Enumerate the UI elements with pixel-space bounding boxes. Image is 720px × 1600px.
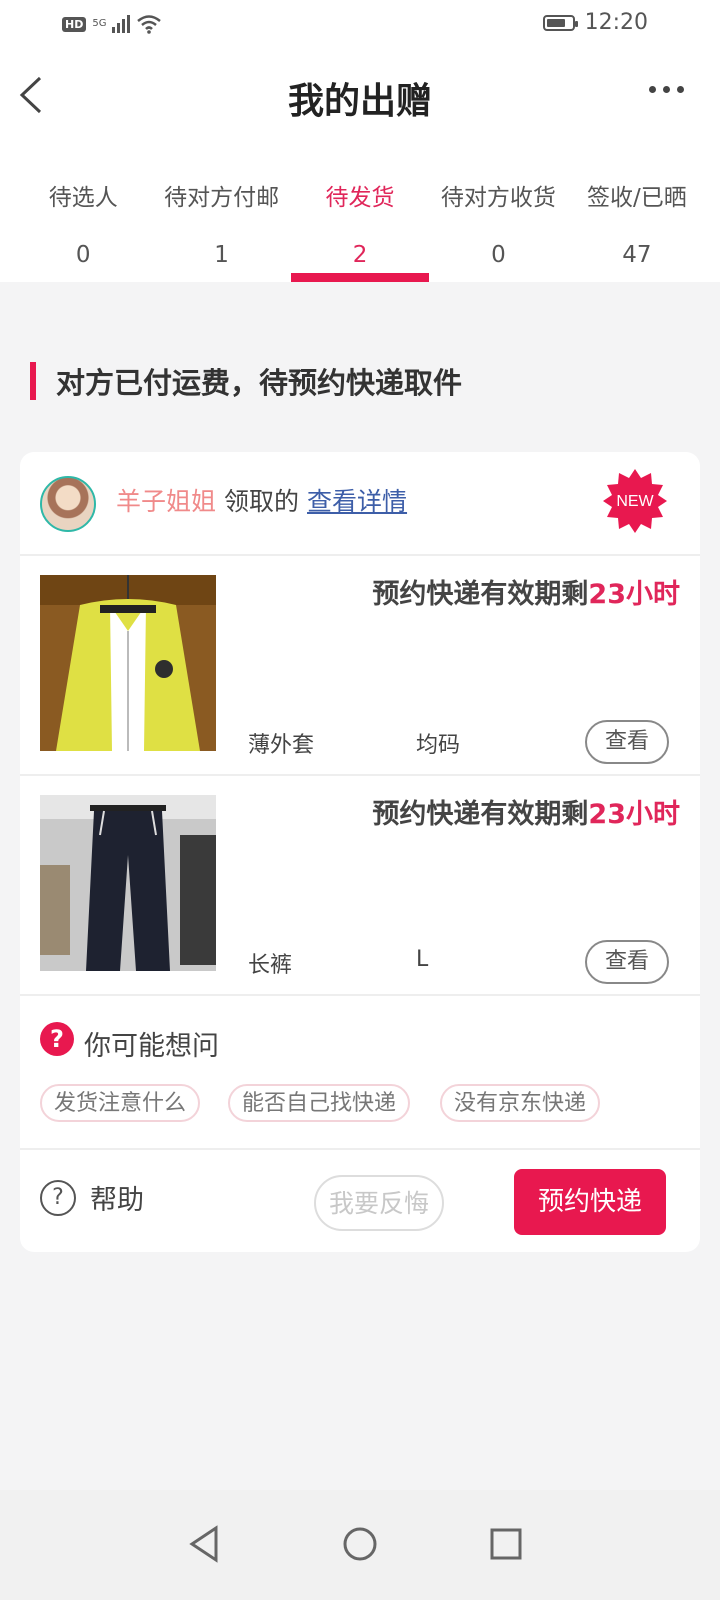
tab-label: 待选人	[48, 185, 118, 211]
tab-count: 47	[622, 242, 652, 268]
nav-recents-icon[interactable]	[476, 1514, 536, 1574]
section-accent-bar	[30, 362, 36, 400]
tab-label: 待发货	[325, 185, 395, 211]
question-icon: ?	[40, 1022, 74, 1056]
expiry-notice: 预约快递有效期剩23小时	[372, 792, 680, 831]
regret-button[interactable]: 我要反悔	[314, 1175, 444, 1231]
status-icons-left: HD 5G	[62, 12, 162, 36]
jacket-image[interactable]	[40, 575, 216, 751]
help-icon[interactable]: ?	[40, 1180, 76, 1216]
receiver-line: 羊子姐姐 领取的 查看详情	[116, 482, 407, 518]
view-details-link[interactable]: 查看详情	[307, 487, 407, 516]
new-badge-icon: NEW	[603, 469, 667, 533]
tab-count: 0	[491, 242, 506, 268]
expiry-prefix: 预约快递有效期剩	[372, 799, 589, 830]
tab-label: 待对方付邮	[164, 185, 280, 211]
view-item-button[interactable]: 查看	[585, 940, 669, 984]
divider	[20, 1148, 700, 1150]
pants-image[interactable]	[40, 795, 216, 971]
tab-to-select[interactable]: 待选人 0	[14, 174, 152, 282]
expiry-prefix: 预约快递有效期剩	[372, 579, 589, 610]
help-button[interactable]: 帮助	[90, 1178, 144, 1217]
page-title: 我的出赠	[287, 81, 432, 122]
wifi-icon	[137, 15, 162, 34]
book-courier-button[interactable]: 预约快递	[514, 1169, 666, 1235]
tab-awaiting-receipt[interactable]: 待对方收货 0	[429, 174, 567, 282]
tab-count: 1	[214, 242, 229, 268]
system-nav-bar	[0, 1490, 720, 1600]
tab-count: 2	[352, 242, 368, 268]
status-bar: HD 5G 12:20	[0, 0, 720, 50]
status-icons-right: 12:20	[542, 10, 648, 35]
faq-chip-shipping-notes[interactable]: 发货注意什么	[40, 1084, 201, 1122]
divider	[20, 554, 700, 556]
battery-icon	[542, 14, 578, 31]
header: 我的出赠 待选人 0 待对方付邮 1 待发货 2 待对方收货 0 签收/已晒 4…	[0, 50, 720, 282]
view-item-button[interactable]: 查看	[585, 720, 669, 764]
expiry-time: 23小时	[588, 799, 680, 830]
divider	[20, 994, 700, 996]
tab-label: 待对方收货	[440, 185, 556, 211]
item-name: 长裤	[248, 953, 293, 978]
tab-count: 0	[75, 242, 91, 268]
signal-icon	[112, 15, 131, 33]
tab-to-ship[interactable]: 待发货 2	[290, 174, 430, 282]
claimed-text: 领取的	[224, 487, 300, 516]
avatar[interactable]	[40, 476, 96, 532]
tab-label: 签收/已晒	[586, 185, 687, 211]
receiver-name[interactable]: 羊子姐姐	[116, 487, 216, 516]
tab-awaiting-postage[interactable]: 待对方付邮 1	[152, 174, 290, 282]
expiry-time: 23小时	[588, 579, 680, 610]
nav-home-icon[interactable]	[330, 1514, 390, 1574]
gift-card: 羊子姐姐 领取的 查看详情 NEW 预约快递有效期剩23小时 薄外套 均码 查看 预…	[20, 452, 700, 1252]
new-badge-text: NEW	[616, 493, 654, 510]
more-options-icon[interactable]	[649, 86, 684, 93]
section-title: 对方已付运费，待预约快递取件	[56, 366, 463, 400]
nav-back-icon[interactable]	[176, 1514, 236, 1574]
status-tabs: 待选人 0 待对方付邮 1 待发货 2 待对方收货 0 签收/已晒 47	[14, 174, 706, 282]
item-name: 薄外套	[248, 733, 315, 758]
expiry-notice: 预约快递有效期剩23小时	[372, 572, 680, 611]
hd-icon: HD	[62, 16, 87, 32]
faq-title: 你可能想问	[84, 1031, 219, 1062]
clock: 12:20	[584, 10, 648, 35]
faq-chip-no-jd-express[interactable]: 没有京东快递	[440, 1084, 601, 1122]
item-size: L	[416, 947, 429, 972]
network-type: 5G	[92, 18, 107, 29]
tab-signed-shared[interactable]: 签收/已晒 47	[568, 174, 706, 282]
item-size: 均码	[416, 733, 461, 758]
divider	[20, 774, 700, 776]
faq-chip-own-courier[interactable]: 能否自己找快递	[228, 1084, 411, 1122]
